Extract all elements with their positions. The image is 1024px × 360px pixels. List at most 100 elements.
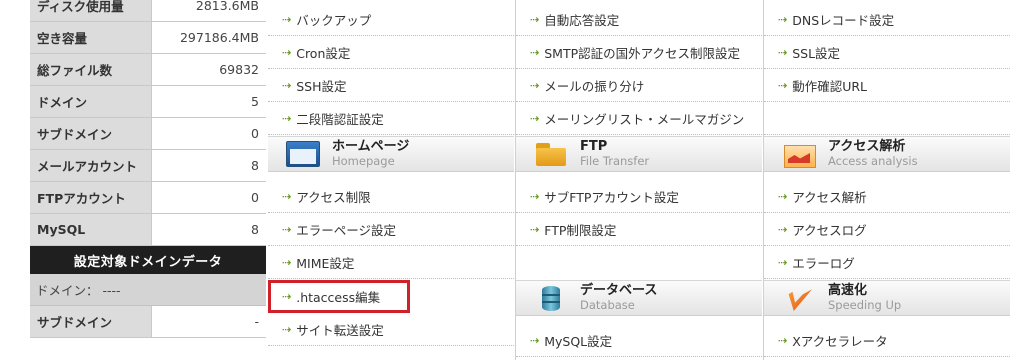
arrow-icon: ⇢ <box>530 222 540 236</box>
section-title: データベース <box>580 283 658 298</box>
menu-link-label: SSH設定 <box>296 78 347 94</box>
menu-link-sub-ftp[interactable]: ⇢ サブFTPアカウント設定 <box>516 180 762 213</box>
menu-link-mime[interactable]: ⇢ MIME設定 <box>268 246 514 279</box>
folder-icon <box>534 141 568 167</box>
arrow-icon: ⇢ <box>282 12 292 26</box>
menu-link-mailing-list[interactable]: ⇢ メーリングリスト・メールマガジン <box>516 102 762 135</box>
menu-link-label: 自動応答設定 <box>544 12 620 28</box>
stat-row-ftp-accounts: FTPアカウント 0 <box>30 182 266 214</box>
menu-link-error-page[interactable]: ⇢ エラーページ設定 <box>268 213 514 246</box>
arrow-icon: ⇢ <box>282 45 292 59</box>
section-subtitle: Access analysis <box>828 154 918 168</box>
stat-value: 8 <box>152 214 266 245</box>
menu-link-site-redirect[interactable]: ⇢ サイト転送設定 <box>268 313 514 346</box>
arrow-icon: ⇢ <box>530 111 540 125</box>
section-ftp: FTP File Transfer <box>516 136 762 172</box>
arrow-icon: ⇢ <box>778 189 788 203</box>
arrow-icon: ⇢ <box>282 255 292 269</box>
stat-value: - <box>152 306 266 337</box>
menu-link-label: メールの振り分け <box>544 78 645 94</box>
menu-link-access-restriction[interactable]: ⇢ アクセス制限 <box>268 180 514 213</box>
arrow-icon: ⇢ <box>778 45 788 59</box>
menu-link-x-accelerator[interactable]: ⇢ Xアクセラレータ <box>764 324 1010 357</box>
section-database: データベース Database <box>516 280 762 316</box>
arrow-icon: ⇢ <box>530 333 540 347</box>
menu-link-label: DNSレコード設定 <box>792 12 895 28</box>
arrow-icon: ⇢ <box>778 78 788 92</box>
menu-link-label: アクセス解析 <box>792 189 867 205</box>
arrow-icon: ⇢ <box>282 222 292 236</box>
arrow-icon: ⇢ <box>282 290 292 303</box>
section-homepage: ホームページ Homepage <box>268 136 514 172</box>
stat-value: 0 <box>152 182 266 213</box>
menu-link-label: 二段階認証設定 <box>296 111 384 127</box>
menu-link-error-log[interactable]: ⇢ エラーログ <box>764 246 1010 279</box>
menu-link-label: SMTP認証の国外アクセス制限設定 <box>544 45 740 61</box>
menu-link-mail-filter[interactable]: ⇢ メールの振り分け <box>516 69 762 102</box>
menu-link-cron[interactable]: ⇢ Cron設定 <box>268 36 514 69</box>
arrow-icon: ⇢ <box>530 189 540 203</box>
arrow-icon: ⇢ <box>530 45 540 59</box>
section-access-analysis: アクセス解析 Access analysis <box>764 136 1010 172</box>
stat-label: MySQL <box>30 214 152 245</box>
menu-link-label: MySQL設定 <box>544 333 613 349</box>
stat-label: サブドメイン <box>30 118 152 149</box>
stat-value: 2813.6MB <box>152 0 266 21</box>
section-title: FTP <box>580 139 608 154</box>
menu-link-smtp-restriction[interactable]: ⇢ SMTP認証の国外アクセス制限設定 <box>516 36 762 69</box>
chart-icon <box>782 141 816 168</box>
stat-value: 297186.4MB <box>152 22 266 53</box>
empty-cell <box>764 102 1010 135</box>
menu-link-access-analysis[interactable]: ⇢ アクセス解析 <box>764 180 1010 213</box>
stat-label: ディスク使用量 <box>30 0 152 21</box>
menu-link-htaccess[interactable]: ⇢ .htaccess編集 <box>268 280 410 313</box>
database-icon <box>534 285 568 311</box>
arrow-icon: ⇢ <box>282 322 292 336</box>
server-stats-panel: ディスク使用量 2813.6MB 空き容量 297186.4MB 総ファイル数 … <box>30 0 266 338</box>
arrow-icon: ⇢ <box>778 255 788 269</box>
menu-link-access-log[interactable]: ⇢ アクセスログ <box>764 213 1010 246</box>
menu-link-label: アクセス制限 <box>296 189 371 205</box>
stat-label: メールアカウント <box>30 150 152 181</box>
stat-value: 0 <box>152 118 266 149</box>
stat-row-file-count: 総ファイル数 69832 <box>30 54 266 86</box>
menu-link-ssl[interactable]: ⇢ SSL設定 <box>764 36 1010 69</box>
section-title: 高速化 <box>828 283 868 298</box>
menu-link-mysql[interactable]: ⇢ MySQL設定 <box>516 324 762 357</box>
menu-link-ssh[interactable]: ⇢ SSH設定 <box>268 69 514 102</box>
section-title: アクセス解析 <box>828 139 906 154</box>
menu-link-auto-reply[interactable]: ⇢ 自動応答設定 <box>516 3 762 36</box>
menu-link-backup[interactable]: ⇢ バックアップ <box>268 3 514 36</box>
menu-link-test-url[interactable]: ⇢ 動作確認URL <box>764 69 1010 102</box>
stat-row-disk-usage: ディスク使用量 2813.6MB <box>30 0 266 22</box>
stat-row-domains: ドメイン 5 <box>30 86 266 118</box>
menu-link-label: .htaccess編集 <box>296 290 381 305</box>
menu-link-label: 動作確認URL <box>792 78 868 94</box>
menu-link-dns[interactable]: ⇢ DNSレコード設定 <box>764 3 1010 36</box>
menu-link-two-factor[interactable]: ⇢ 二段階認証設定 <box>268 102 514 135</box>
section-speeding-up: 高速化 Speeding Up <box>764 280 1010 316</box>
stat-row-mail-accounts: メールアカウント 8 <box>30 150 266 182</box>
menu-link-ftp-restriction[interactable]: ⇢ FTP制限設定 <box>516 213 762 246</box>
arrow-icon: ⇢ <box>778 222 788 236</box>
arrow-icon: ⇢ <box>778 333 788 347</box>
menu-link-label: サブFTPアカウント設定 <box>544 189 679 205</box>
target-domain-header: 設定対象ドメインデータ <box>30 246 266 274</box>
stat-label: ドメイン <box>30 86 152 117</box>
section-title: ホームページ <box>332 139 410 154</box>
arrow-icon: ⇢ <box>778 12 788 26</box>
arrow-icon: ⇢ <box>282 78 292 92</box>
menu-link-label: エラーログ <box>792 255 855 271</box>
speed-icon <box>782 285 816 311</box>
stat-row-mysql: MySQL 8 <box>30 214 266 246</box>
menu-link-label: FTP制限設定 <box>544 222 617 238</box>
arrow-icon: ⇢ <box>282 111 292 125</box>
arrow-icon: ⇢ <box>530 12 540 26</box>
section-subtitle: Homepage <box>332 154 395 168</box>
menu-link-label: MIME設定 <box>296 255 355 271</box>
target-subdomain-row: サブドメイン - <box>30 306 266 338</box>
stat-row-subdomains: サブドメイン 0 <box>30 118 266 150</box>
stat-value: 5 <box>152 86 266 117</box>
menu-link-label: メーリングリスト・メールマガジン <box>544 111 745 127</box>
menu-link-label: エラーページ設定 <box>296 222 396 238</box>
